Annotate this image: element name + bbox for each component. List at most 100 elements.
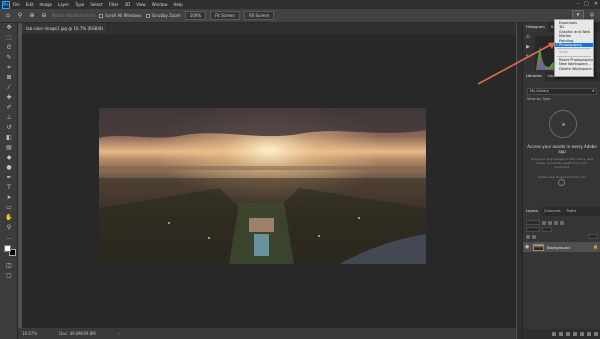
fit-screen-button[interactable]: Fit Screen [210, 11, 240, 20]
workspace-photography[interactable]: ✓ Photography [555, 42, 593, 48]
options-bar: ⌂ ⚲ ⊕ ⊖ Resize Windows to Fit Scroll All… [0, 9, 600, 23]
tab-histogram[interactable]: Histogram [523, 23, 548, 32]
path-select-icon[interactable]: ➤ [0, 193, 18, 203]
quick-select-tool-icon[interactable]: ✎ [0, 53, 18, 63]
lock-icon[interactable]: 🔒 [593, 244, 598, 249]
menu-file[interactable]: File [13, 2, 20, 7]
mask-icon[interactable] [566, 332, 570, 336]
eyedropper-tool-icon[interactable]: ⁄ [0, 83, 18, 93]
screen-mode-icon[interactable]: ▢ [0, 271, 18, 281]
new-layer-icon[interactable] [587, 332, 591, 336]
menu-3d[interactable]: 3D [125, 2, 131, 7]
aerial-city-photo [99, 108, 426, 264]
menu-type[interactable]: Type [75, 2, 84, 7]
zoom-in-icon[interactable]: ⊕ [28, 12, 36, 20]
eye-icon[interactable]: ◉ [525, 244, 530, 250]
fill-field[interactable] [588, 234, 598, 239]
type-tool-icon[interactable]: T [0, 183, 18, 193]
blend-mode-select[interactable] [526, 227, 540, 232]
pixel-filter-icon[interactable] [542, 220, 546, 225]
menu-edit[interactable]: Edit [26, 2, 34, 7]
healing-brush-icon[interactable]: ✚ [0, 93, 18, 103]
library-empty-ring-icon [549, 110, 577, 138]
home-icon[interactable]: ⌂ [4, 12, 12, 20]
tools-panel: ✥ ⬚ ᘓ ✎ ⌗ ⊠ ⁄ ✚ ✐ ⊥ ↺ ◧ ▤ ◆ ● ✒ T ➤ ▭ ✋ … [0, 23, 18, 339]
view-by-type[interactable]: View by Type [527, 97, 550, 101]
lasso-tool-icon[interactable]: ᘓ [0, 43, 18, 53]
document-image[interactable] [99, 108, 426, 264]
menu-bar: Ps File Edit Image Layer Type Select Fil… [0, 0, 600, 9]
quick-mask-icon[interactable]: ◫ [0, 261, 18, 271]
resize-windows-option[interactable]: Resize Windows to Fit [52, 13, 95, 18]
gradient-tool-icon[interactable]: ▤ [0, 143, 18, 153]
shape-filter-icon[interactable] [560, 220, 564, 225]
photoshop-logo: Ps [2, 0, 10, 9]
tab-channels[interactable]: Channels [541, 207, 564, 216]
delete-workspace[interactable]: Delete Workspace... [555, 67, 595, 71]
scrubby-zoom-checkbox[interactable]: Scrubby Zoom [145, 13, 181, 18]
menu-separator [557, 48, 591, 50]
color-swatches[interactable] [0, 243, 17, 261]
menu-help[interactable]: Help [173, 2, 182, 7]
fx-icon[interactable] [559, 332, 563, 336]
layer-name[interactable]: Background [547, 245, 570, 250]
layers-filter-controls [526, 219, 598, 241]
document-tab[interactable]: lab color image1.jpg @ 16.7% (RGB/8) [22, 23, 108, 34]
brush-tool-icon[interactable]: ✐ [0, 103, 18, 113]
blur-tool-icon[interactable]: ◆ [0, 153, 18, 163]
lock-pixels-icon[interactable] [526, 234, 530, 239]
library-empty-description: Drag and drop images or add colors, text… [531, 157, 593, 169]
zoom-out-icon[interactable]: ⊖ [40, 12, 48, 20]
fill-screen-button[interactable]: Fill Screen [243, 11, 275, 20]
type-filter-icon[interactable] [554, 220, 558, 225]
rectangle-tool-icon[interactable]: ▭ [0, 203, 18, 213]
menu-separator [557, 55, 591, 57]
close-icon[interactable]: ✕ [594, 1, 598, 7]
menu-filter[interactable]: Filter [109, 2, 119, 7]
frame-tool-icon[interactable]: ⊠ [0, 73, 18, 83]
status-bar: 16.67% Doc: 49.8M/49.8M › [18, 328, 516, 339]
zoom-100-button[interactable]: 100% [184, 11, 207, 20]
zoom-level[interactable]: 16.67% [22, 331, 37, 336]
menu-layer[interactable]: Layer [58, 2, 69, 7]
menu-view[interactable]: View [136, 2, 146, 7]
layer-thumbnail [533, 243, 544, 251]
zoom-tool-icon[interactable]: ⚲ [0, 223, 18, 233]
zoom-tool-icon[interactable]: ⚲ [16, 12, 24, 20]
link-layers-icon[interactable] [552, 332, 556, 336]
adjustment-layer-icon[interactable] [573, 332, 577, 336]
foreground-color-swatch[interactable] [4, 245, 11, 252]
eraser-tool-icon[interactable]: ◧ [0, 133, 18, 143]
more-tools-icon[interactable]: … [0, 233, 18, 243]
lock-position-icon[interactable] [532, 234, 536, 239]
crop-tool-icon[interactable]: ⌗ [0, 63, 18, 73]
menu-window[interactable]: Window [152, 2, 168, 7]
menu-select[interactable]: Select [90, 2, 102, 7]
tab-paths[interactable]: Paths [564, 207, 580, 216]
group-icon[interactable] [580, 332, 584, 336]
scroll-all-windows-checkbox[interactable]: Scroll All Windows [99, 13, 142, 18]
menu-image[interactable]: Image [39, 2, 52, 7]
opacity-field[interactable] [542, 227, 552, 232]
workspace-dropdown: Essentials 3D Graphic and Web Motion Pai… [554, 19, 595, 77]
checkmark-icon: ✓ [555, 42, 559, 47]
workspace-start[interactable]: Start [555, 50, 593, 54]
minimize-icon[interactable]: – [577, 1, 580, 7]
tab-layers[interactable]: Layers [523, 207, 541, 216]
pen-tool-icon[interactable]: ✒ [0, 173, 18, 183]
adjustment-filter-icon[interactable] [548, 220, 552, 225]
trash-icon[interactable] [594, 332, 598, 336]
hand-tool-icon[interactable]: ✋ [0, 213, 18, 223]
document-size: Doc: 49.8M/49.8M [59, 331, 96, 336]
layer-kind-filter[interactable] [526, 220, 540, 225]
layer-row[interactable]: ◉ Background 🔒 [523, 242, 600, 252]
dodge-tool-icon[interactable]: ● [0, 163, 18, 173]
add-asset-icon[interactable] [558, 179, 565, 186]
move-tool-icon[interactable]: ✥ [0, 23, 18, 33]
marquee-tool-icon[interactable]: ⬚ [0, 33, 18, 43]
clone-stamp-icon[interactable]: ⊥ [0, 113, 18, 123]
status-arrow-icon[interactable]: › [118, 331, 120, 336]
layers-panel-tabs: Layers Channels Paths [523, 207, 600, 216]
maximize-icon[interactable]: □ [584, 1, 589, 7]
history-brush-icon[interactable]: ↺ [0, 123, 18, 133]
